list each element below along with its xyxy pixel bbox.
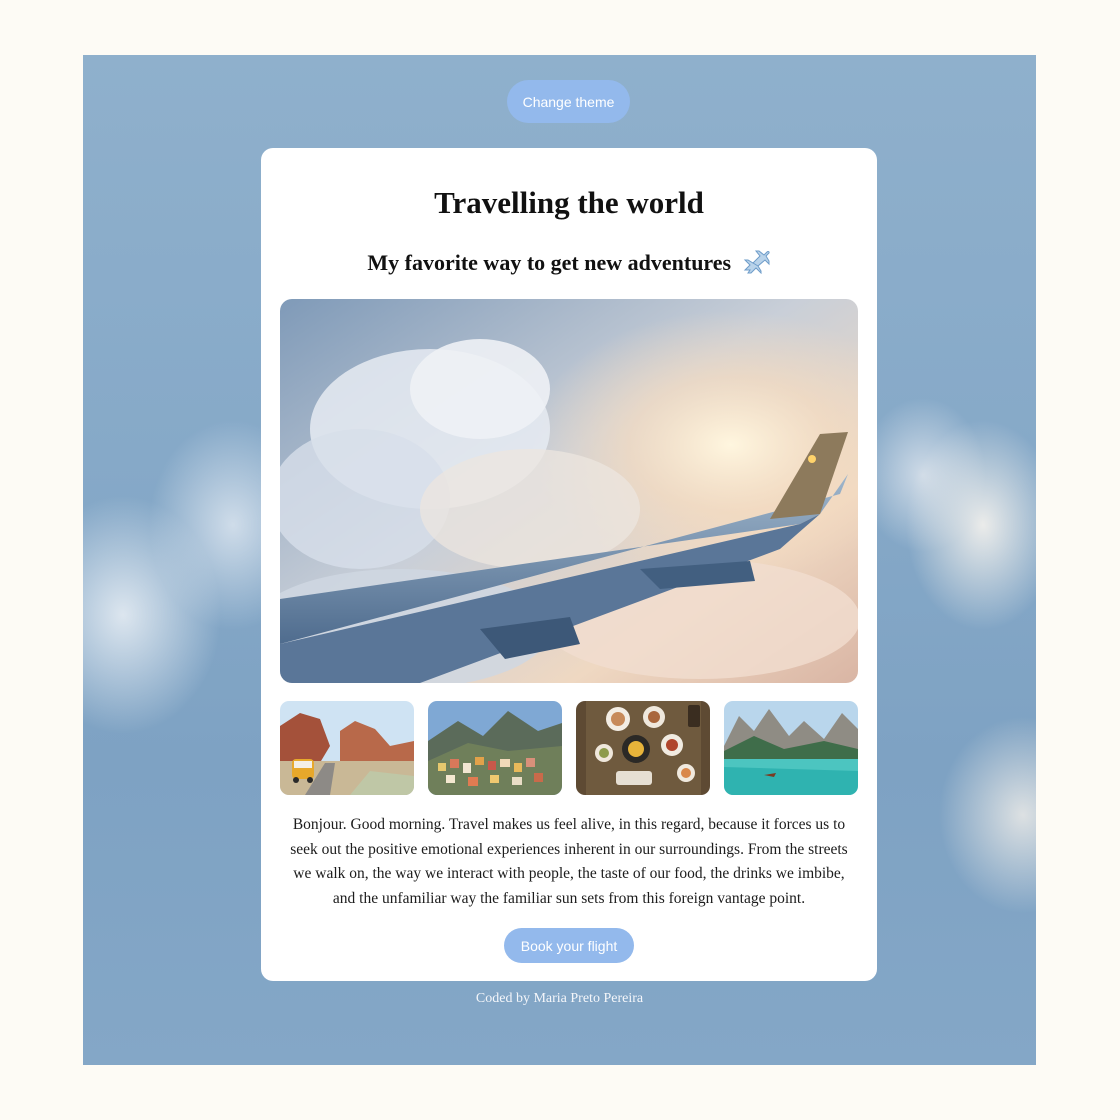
thumbnail-food-table[interactable]: [576, 701, 710, 795]
subtitle-text: My favorite way to get new adventures: [367, 250, 732, 275]
book-flight-button[interactable]: Book your flight: [504, 928, 634, 963]
hero-image: [280, 299, 858, 683]
thumbnail-van-desert[interactable]: [280, 701, 414, 795]
thumbnail-gallery: [280, 701, 858, 797]
content-card: Travelling the world My favorite way to …: [261, 148, 877, 981]
page-subtitle: My favorite way to get new adventures: [261, 248, 877, 276]
thumbnail-coastal-village[interactable]: [428, 701, 562, 795]
thumbnail-mountain-lake[interactable]: [724, 701, 858, 795]
description-text: Bonjour. Good morning. Travel makes us f…: [290, 816, 848, 907]
airplane-icon: [741, 248, 771, 275]
sky-background: Change theme Travelling the world My fav…: [83, 55, 1036, 1065]
page-title: Travelling the world: [434, 185, 704, 220]
footer-credit: Coded by Maria Preto Pereira: [475, 991, 644, 1006]
change-theme-button[interactable]: Change theme: [507, 80, 630, 123]
